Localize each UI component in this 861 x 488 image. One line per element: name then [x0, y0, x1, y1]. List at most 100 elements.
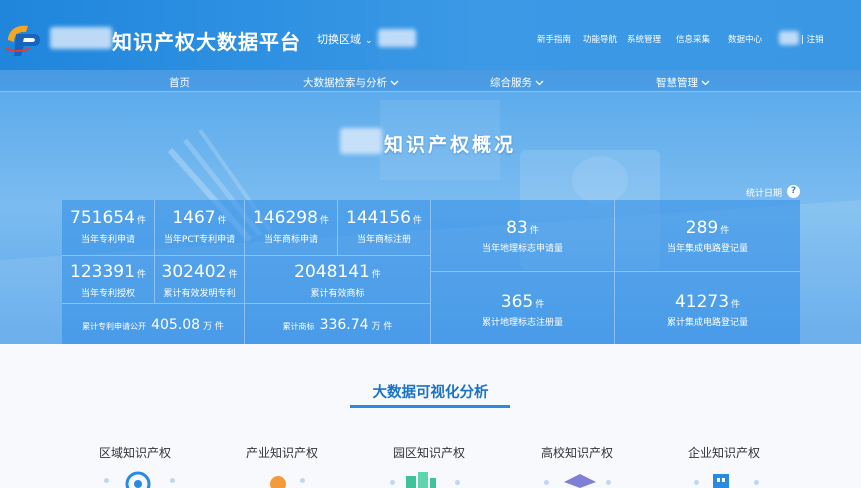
stat-number: 751654	[70, 208, 135, 228]
visualization-section	[0, 344, 861, 488]
overview-title: 知识产权概况	[384, 134, 517, 156]
stat-value: 83 件	[431, 218, 614, 238]
chevron-down-icon	[390, 80, 399, 86]
region-switcher[interactable]: 切换区域 ⌄	[317, 31, 373, 47]
title-underline	[350, 405, 510, 408]
username-masked	[779, 31, 799, 45]
region-map-icon[interactable]	[120, 468, 156, 488]
stat-number: 336.74	[319, 317, 369, 333]
help-icon[interactable]: ?	[787, 185, 800, 198]
stat-number: 123391	[70, 262, 135, 282]
decorative-dot	[390, 480, 395, 485]
main-nav-management[interactable]: 智慧管理	[656, 75, 710, 90]
stat-label: 当年商标申请	[263, 235, 318, 245]
stat-unit: 件	[731, 300, 741, 310]
stat-unit: 件	[228, 270, 238, 280]
stat-cell-tm-apply: 146298 件 当年商标申请	[245, 200, 338, 256]
stat-cell-patent-apply: 751654 件 当年专利申请	[62, 200, 155, 256]
stat-cell-valid-tm: 2048141 件 累计有效商标	[245, 256, 431, 304]
stat-unit: 件	[136, 216, 146, 226]
park-building-icon[interactable]	[400, 468, 440, 488]
stat-value: 146298 件	[245, 208, 337, 228]
page-root: 知识产权大数据平台 切换区域 ⌄ 新手指南 功能导航 系统管理 信息采集 数据中心…	[0, 0, 861, 488]
university-cap-icon[interactable]	[560, 468, 600, 488]
stat-unit: 万 件	[371, 322, 393, 332]
stat-cell-tm-register: 144156 件 当年商标注册	[338, 200, 431, 256]
stat-label: 累计商标	[282, 322, 315, 331]
main-nav-management-label: 智慧管理	[656, 77, 698, 89]
stat-unit: 件	[720, 226, 730, 236]
enterprise-building-icon[interactable]	[709, 468, 733, 488]
stat-label: 当年集成电路登记量	[666, 244, 748, 254]
decorative-dot	[455, 480, 460, 485]
decorative-dot	[606, 480, 611, 485]
stat-inline: 累计商标 336.74 万 件	[245, 317, 430, 333]
nav-link-function[interactable]: 功能导航	[583, 33, 617, 45]
region-switcher-label: 切换区域	[317, 33, 361, 46]
nav-link-datacenter[interactable]: 数据中心	[728, 33, 762, 45]
decorative-dot	[170, 478, 175, 483]
stat-value: 365 件	[431, 292, 614, 312]
chevron-down-icon: ⌄	[365, 36, 373, 46]
stat-value: 289 件	[615, 218, 800, 238]
stat-label: 累计有效商标	[310, 289, 365, 299]
stat-unit: 件	[371, 270, 381, 280]
stat-unit: 件	[319, 216, 329, 226]
stat-number: 2048141	[294, 262, 370, 282]
stat-unit: 件	[535, 300, 545, 310]
industry-icon[interactable]	[266, 468, 290, 488]
main-nav-services[interactable]: 综合服务	[490, 75, 544, 90]
stats-grid: 751654 件 当年专利申请 1467 件 当年PCT专利申请 146298 件 当…	[62, 200, 800, 344]
main-nav-home[interactable]: 首页	[169, 75, 190, 90]
stat-cell-ic-register: 289 件 当年集成电路登记量	[615, 200, 800, 272]
stat-number: 289	[685, 218, 719, 238]
stat-value: 751654 件	[62, 208, 154, 228]
top-header: 知识产权大数据平台 切换区域 ⌄ 新手指南 功能导航 系统管理 信息采集 数据中心…	[0, 0, 861, 70]
main-nav-search[interactable]: 大数据检索与分析	[303, 75, 399, 90]
stat-label: 当年专利授权	[80, 289, 135, 299]
nav-link-collect[interactable]: 信息采集	[676, 33, 710, 45]
nav-link-guide[interactable]: 新手指南	[537, 33, 571, 45]
stat-label: 当年专利申请	[80, 235, 135, 245]
platform-logo-icon[interactable]	[4, 20, 44, 60]
stat-unit: 万 件	[203, 322, 224, 332]
decorative-dot	[104, 478, 109, 483]
category-park[interactable]: 园区知识产权	[369, 444, 489, 461]
stat-inline: 累计专利申请公开 405.08 万 件	[62, 317, 244, 333]
stat-number: 1467	[172, 208, 216, 228]
category-industry[interactable]: 产业知识产权	[222, 444, 342, 461]
main-nav-home-label: 首页	[169, 77, 190, 89]
stat-label: 累计集成电路登记量	[666, 318, 748, 328]
category-university[interactable]: 高校知识产权	[517, 444, 637, 461]
region-name-masked	[50, 27, 112, 49]
stat-value: 302402 件	[155, 262, 244, 282]
logout-link[interactable]: | 注销	[801, 33, 824, 45]
stat-number: 146298	[253, 208, 318, 228]
stat-label: 累计地理标志注册量	[481, 318, 563, 328]
stat-unit: 件	[412, 216, 422, 226]
stat-cell-patent-public-total: 累计专利申请公开 405.08 万 件	[62, 304, 245, 344]
chevron-down-icon	[701, 80, 710, 86]
region-value-masked	[378, 29, 416, 47]
stat-cell-ic-total: 41273 件 累计集成电路登记量	[615, 272, 800, 344]
stat-unit: 件	[529, 226, 539, 236]
stat-cell-geo-total: 365 件 累计地理标志注册量	[431, 272, 615, 344]
stat-number: 405.08	[151, 317, 201, 333]
stat-value: 1467 件	[155, 208, 244, 228]
main-nav-search-label: 大数据检索与分析	[303, 77, 387, 89]
stat-cell-pct-apply: 1467 件 当年PCT专利申请	[155, 200, 245, 256]
stat-value: 144156 件	[338, 208, 430, 228]
nav-link-system[interactable]: 系统管理	[627, 33, 661, 45]
stat-unit: 件	[217, 216, 227, 226]
decorative-dot	[754, 480, 759, 485]
stat-label: 当年商标注册	[356, 235, 411, 245]
decorative-dot	[300, 478, 305, 483]
stat-label: 累计有效发明专利	[163, 289, 236, 299]
decorative-dot	[544, 480, 549, 485]
category-enterprise[interactable]: 企业知识产权	[664, 444, 784, 461]
main-navigation: 首页 大数据检索与分析 综合服务 智慧管理	[0, 70, 861, 92]
stat-value: 2048141 件	[245, 262, 430, 282]
category-region[interactable]: 区域知识产权	[75, 444, 195, 461]
stat-date-label: 统计日期	[746, 189, 783, 199]
stat-value: 123391 件	[62, 262, 154, 282]
